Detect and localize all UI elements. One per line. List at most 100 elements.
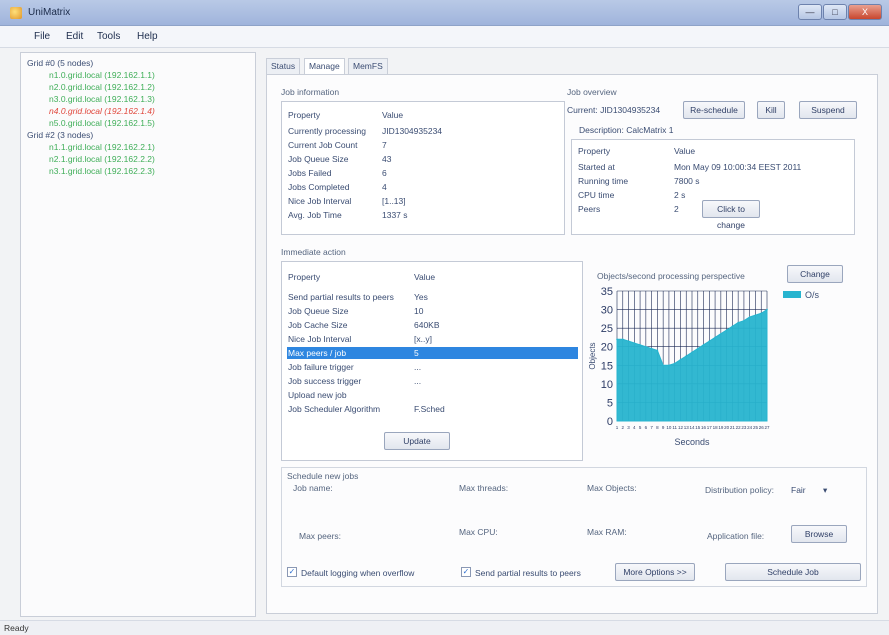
browse-button[interactable]: Browse <box>791 525 847 543</box>
y-tick-label: 30 <box>601 305 613 317</box>
column-header: Value <box>674 146 696 156</box>
property-name[interactable]: Job Cache Size <box>288 320 348 330</box>
reschedule-button[interactable]: Re-schedule <box>683 101 745 119</box>
property-value: 2 <box>674 204 679 214</box>
suspend-button[interactable]: Suspend <box>799 101 857 119</box>
data-point <box>714 336 716 339</box>
update-button[interactable]: Update <box>384 432 450 450</box>
property-value[interactable]: F.Sched <box>414 404 445 414</box>
max-objects-label: Max Objects: <box>587 483 637 493</box>
tree-node[interactable]: n2.1.grid.local (192.162.2.2) <box>49 154 155 164</box>
tab-status[interactable]: Status <box>266 58 301 74</box>
property-name[interactable]: Job failure trigger <box>288 362 354 372</box>
distribution-policy-select[interactable]: Fair <box>791 485 806 495</box>
tree-node[interactable]: n3.1.grid.local (192.162.2.3) <box>49 166 155 176</box>
property-name: Running time <box>578 176 629 186</box>
property-name[interactable]: Upload new job <box>288 390 347 400</box>
chevron-down-icon[interactable]: ▾ <box>823 485 827 496</box>
data-point <box>685 355 688 357</box>
send-partial-checkbox[interactable]: ✓ <box>461 567 471 577</box>
maximize-button[interactable]: □ <box>823 4 847 20</box>
property-value[interactable]: Yes <box>414 292 428 302</box>
property-value[interactable]: 10 <box>414 306 423 316</box>
x-tick-label: 20 <box>724 425 730 430</box>
data-point <box>627 340 630 342</box>
property-name: Current Job Count <box>288 140 358 150</box>
data-point <box>650 347 653 350</box>
click-to-change-button[interactable]: Click to change <box>702 200 760 230</box>
job-info-title: Job information <box>281 87 340 97</box>
x-tick-label: 18 <box>713 425 719 430</box>
data-point <box>702 344 705 346</box>
tree-node[interactable]: n1.0.grid.local (192.162.1.1) <box>49 70 155 80</box>
menu-tools[interactable]: Tools <box>97 31 120 42</box>
property-value: 43 <box>382 154 392 164</box>
data-point <box>748 316 751 318</box>
tree-node[interactable]: n3.0.grid.local (192.162.1.3) <box>49 94 155 104</box>
property-value[interactable]: 640KB <box>414 320 440 330</box>
tree-node-error[interactable]: n4.0.grid.local (192.162.1.4) <box>49 106 155 116</box>
menu-edit[interactable]: Edit <box>66 31 83 42</box>
property-value[interactable]: ... <box>414 376 421 386</box>
property-name[interactable]: Send partial results to peers <box>288 292 394 302</box>
job-overview-title: Job overview <box>567 87 617 97</box>
x-tick-label: 19 <box>718 425 724 430</box>
x-tick-label: 17 <box>707 425 713 430</box>
property-name[interactable]: Nice Job Interval <box>288 334 351 344</box>
property-name[interactable]: Max peers / job <box>288 348 346 358</box>
tab-manage[interactable]: Manage <box>304 58 345 75</box>
property-value[interactable]: ... <box>414 362 421 372</box>
close-button[interactable]: X <box>848 4 882 20</box>
more-options-button[interactable]: More Options >> <box>615 563 695 581</box>
node-tree[interactable]: Grid #0 (5 nodes) n1.0.grid.local (192.1… <box>20 52 256 617</box>
property-value[interactable]: 5 <box>414 348 419 358</box>
y-axis-label: Objects <box>588 342 597 369</box>
schedule-job-button[interactable]: Schedule Job <box>725 563 861 581</box>
tree-node[interactable]: n5.0.grid.local (192.162.1.5) <box>49 118 155 128</box>
data-point <box>645 345 647 348</box>
menu-help[interactable]: Help <box>137 31 158 42</box>
max-peers-label: Max peers: <box>299 531 342 541</box>
column-header: Property <box>288 110 321 120</box>
minimize-button[interactable]: — <box>798 4 822 20</box>
property-name[interactable]: Job success trigger <box>288 376 361 386</box>
y-tick-label: 25 <box>601 323 613 335</box>
data-point <box>731 325 734 328</box>
data-point <box>668 364 670 367</box>
tab-memfs[interactable]: MemFS <box>348 58 388 74</box>
tree-group-grid0[interactable]: Grid #0 (5 nodes) <box>27 58 93 68</box>
tree-node[interactable]: n2.0.grid.local (192.162.1.2) <box>49 82 155 92</box>
property-value: JID1304935234 <box>382 126 443 136</box>
change-chart-button[interactable]: Change <box>787 265 843 283</box>
tree-node[interactable]: n1.1.grid.local (192.162.2.1) <box>49 142 155 152</box>
default-logging-label: Default logging when overflow <box>301 568 415 578</box>
send-partial-label: Send partial results to peers <box>475 568 581 578</box>
property-name: Jobs Completed <box>288 182 350 192</box>
y-tick-label: 10 <box>601 379 613 391</box>
default-logging-checkbox[interactable]: ✓ <box>287 567 297 577</box>
property-name: Peers <box>578 204 601 214</box>
immediate-action-title: Immediate action <box>281 247 346 257</box>
x-tick-label: 26 <box>759 425 765 430</box>
data-point <box>656 349 659 352</box>
job-description: Description: CalcMatrix 1 <box>579 125 674 135</box>
kill-button[interactable]: Kill <box>757 101 785 119</box>
x-tick-label: 27 <box>764 425 770 430</box>
property-value[interactable]: [x..y] <box>414 334 432 344</box>
data-point <box>691 351 693 354</box>
selected-row[interactable]: Max peers / job 5 <box>287 347 578 359</box>
job-info-grid: Property Value Currently processing JID1… <box>281 101 565 235</box>
app-icon <box>10 7 22 19</box>
property-name[interactable]: Job Scheduler Algorithm <box>288 404 380 414</box>
data-point <box>760 312 763 315</box>
property-name[interactable]: Job Queue Size <box>288 306 348 316</box>
immediate-action-grid[interactable]: Property Value Send partial results to p… <box>281 261 583 461</box>
column-header: Property <box>288 272 321 282</box>
x-tick-label: 9 <box>662 425 665 430</box>
property-value: [1..13] <box>382 196 406 206</box>
tree-group-grid2[interactable]: Grid #2 (3 nodes) <box>27 130 93 140</box>
legend-swatch <box>783 291 801 298</box>
x-tick-label: 10 <box>666 425 672 430</box>
menu-file[interactable]: File <box>34 31 50 42</box>
job-name-label: Job name: <box>293 483 333 493</box>
